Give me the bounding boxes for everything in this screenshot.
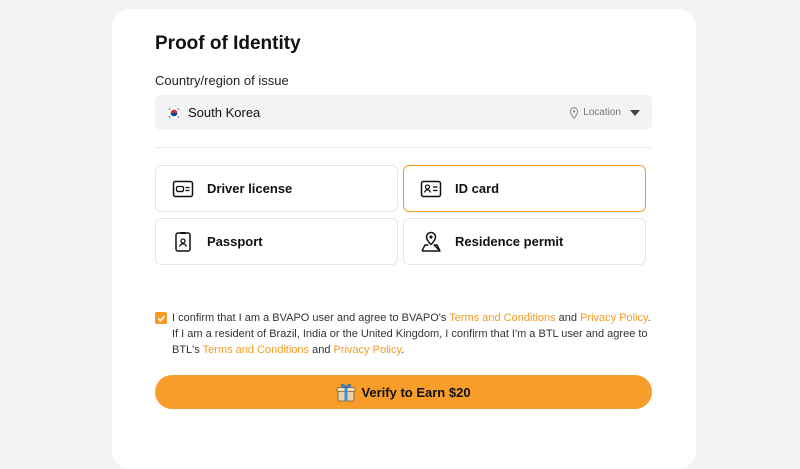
location-label: Location <box>583 107 621 118</box>
id-card-icon <box>420 180 442 197</box>
checkmark-icon <box>157 315 165 322</box>
verify-button-label: Verify to Earn $20 <box>361 384 471 400</box>
driver-license-icon <box>172 180 194 197</box>
gift-icon <box>337 384 356 402</box>
doc-option-id-card[interactable]: ID card <box>403 165 646 212</box>
consent-text-part: and <box>555 312 581 324</box>
location-pin-icon <box>570 106 579 119</box>
terms-link-bvapo[interactable]: Terms and Conditions <box>449 312 555 324</box>
privacy-link-btl[interactable]: Privacy Policy <box>334 344 402 356</box>
country-value: South Korea <box>188 105 261 120</box>
consent-text-part: and <box>309 344 334 356</box>
country-label: Country/region of issue <box>155 73 289 88</box>
privacy-link-bvapo[interactable]: Privacy Policy <box>580 312 648 324</box>
passport-icon <box>175 231 191 252</box>
doc-option-passport[interactable]: Passport <box>155 218 398 265</box>
consent-checkbox[interactable] <box>155 312 167 324</box>
terms-link-btl[interactable]: Terms and Conditions <box>203 344 309 356</box>
doc-option-driver-license[interactable]: Driver license <box>155 165 398 212</box>
doc-option-residence-permit[interactable]: Residence permit <box>403 218 646 265</box>
consent-row: I confirm that I am a BVAPO user and agr… <box>155 310 655 358</box>
consent-text: I confirm that I am a BVAPO user and agr… <box>172 310 655 358</box>
page-title: Proof of Identity <box>155 33 301 54</box>
doc-label: Driver license <box>207 181 293 196</box>
residence-permit-icon <box>421 231 441 252</box>
doc-label: Residence permit <box>455 234 564 249</box>
chevron-down-icon <box>630 109 640 116</box>
doc-label: Passport <box>207 234 263 249</box>
south-korea-flag-icon <box>167 105 181 120</box>
country-select[interactable]: South Korea Location <box>155 95 652 130</box>
section-divider <box>155 147 652 148</box>
consent-text-part: I confirm that I am a BVAPO user and agr… <box>172 312 450 324</box>
verify-button[interactable]: Verify to Earn $20 <box>155 375 652 409</box>
doc-label: ID card <box>455 181 500 196</box>
consent-text-part: . <box>401 344 405 356</box>
